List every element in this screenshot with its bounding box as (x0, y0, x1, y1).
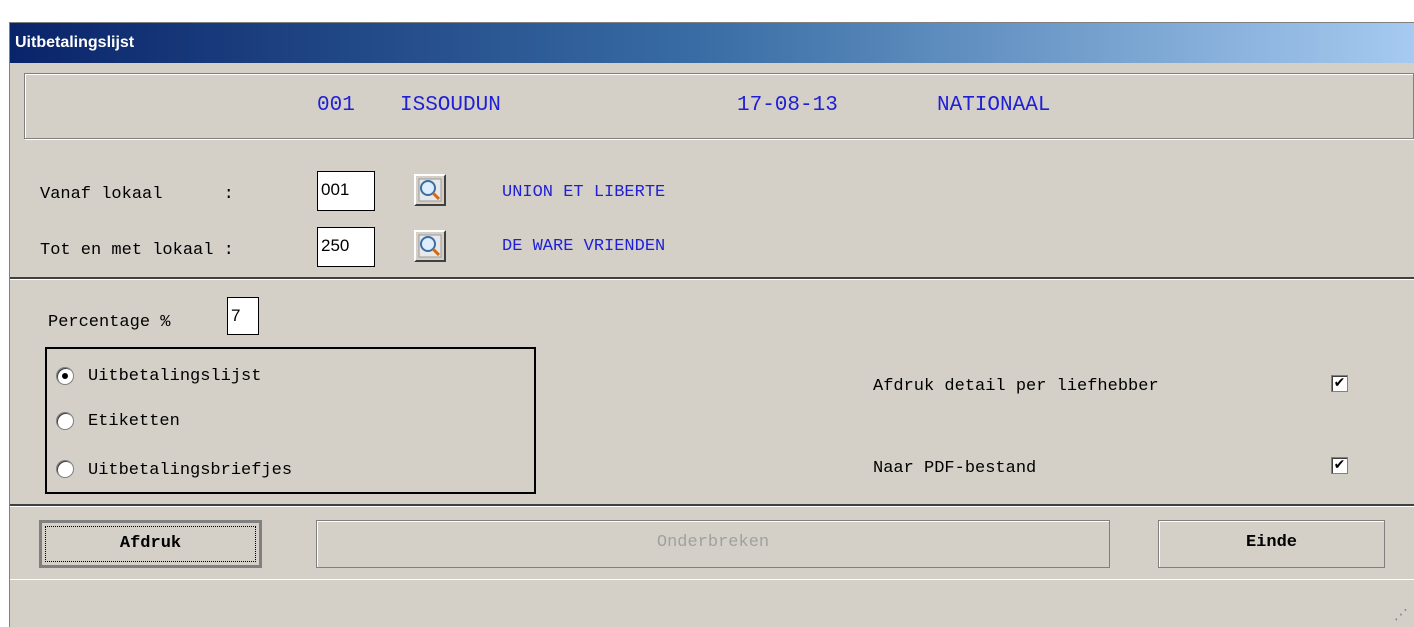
pdf-label: Naar PDF-bestand (873, 459, 1037, 478)
detail-checkbox[interactable]: ✔ (1331, 375, 1348, 392)
magnifier-icon (418, 234, 442, 258)
race-date: 17-08-13 (737, 94, 838, 117)
to-name: DE WARE VRIENDEN (502, 237, 666, 256)
radio-uitbetalingslijst[interactable] (56, 367, 74, 385)
report-type-group: Uitbetalingslijst Etiketten Uitbetalings… (45, 347, 536, 494)
dialog-window: Uitbetalingslijst 001 ISSOUDUN 17-08-13 … (9, 22, 1414, 627)
race-type: NATIONAAL (937, 94, 1051, 117)
to-field[interactable]: 250 (317, 227, 375, 267)
race-header-panel: 001 ISSOUDUN 17-08-13 NATIONAAL (24, 73, 1414, 139)
radio-selected-dot (62, 373, 68, 379)
window-title: Uitbetalingslijst (15, 34, 135, 51)
pdf-checkbox[interactable]: ✔ (1331, 457, 1348, 474)
divider (10, 277, 1414, 280)
title-bar[interactable]: Uitbetalingslijst (10, 23, 1414, 63)
radio-label-uitbetalingslijst: Uitbetalingslijst (88, 367, 262, 386)
resize-grip-icon[interactable]: ⋰ (1394, 607, 1408, 623)
detail-label: Afdruk detail per liefhebber (873, 377, 1159, 396)
percentage-field[interactable]: 7 (227, 297, 259, 335)
from-name: UNION ET LIBERTE (502, 183, 666, 202)
race-location: ISSOUDUN (400, 94, 501, 117)
radio-uitbetalingsbriefjes[interactable] (56, 460, 74, 478)
radio-label-etiketten: Etiketten (88, 412, 180, 431)
radio-label-uitbetalingsbriefjes: Uitbetalingsbriefjes (88, 461, 293, 480)
radio-etiketten[interactable] (56, 412, 74, 430)
status-divider (10, 579, 1414, 580)
to-label: Tot en met lokaal : (40, 241, 234, 260)
divider (10, 504, 1414, 507)
from-lookup-button[interactable] (414, 174, 446, 206)
magnifier-icon (418, 178, 442, 202)
from-field[interactable]: 001 (317, 171, 375, 211)
print-button-label: Afdruk (45, 526, 256, 562)
cancel-button[interactable]: Onderbreken (316, 520, 1110, 568)
percentage-label: Percentage % (48, 313, 171, 332)
to-lookup-button[interactable] (414, 230, 446, 262)
exit-button[interactable]: Einde (1158, 520, 1385, 568)
from-label: Vanaf lokaal : (40, 185, 234, 204)
print-button[interactable]: Afdruk (39, 520, 262, 568)
race-code: 001 (317, 94, 355, 117)
